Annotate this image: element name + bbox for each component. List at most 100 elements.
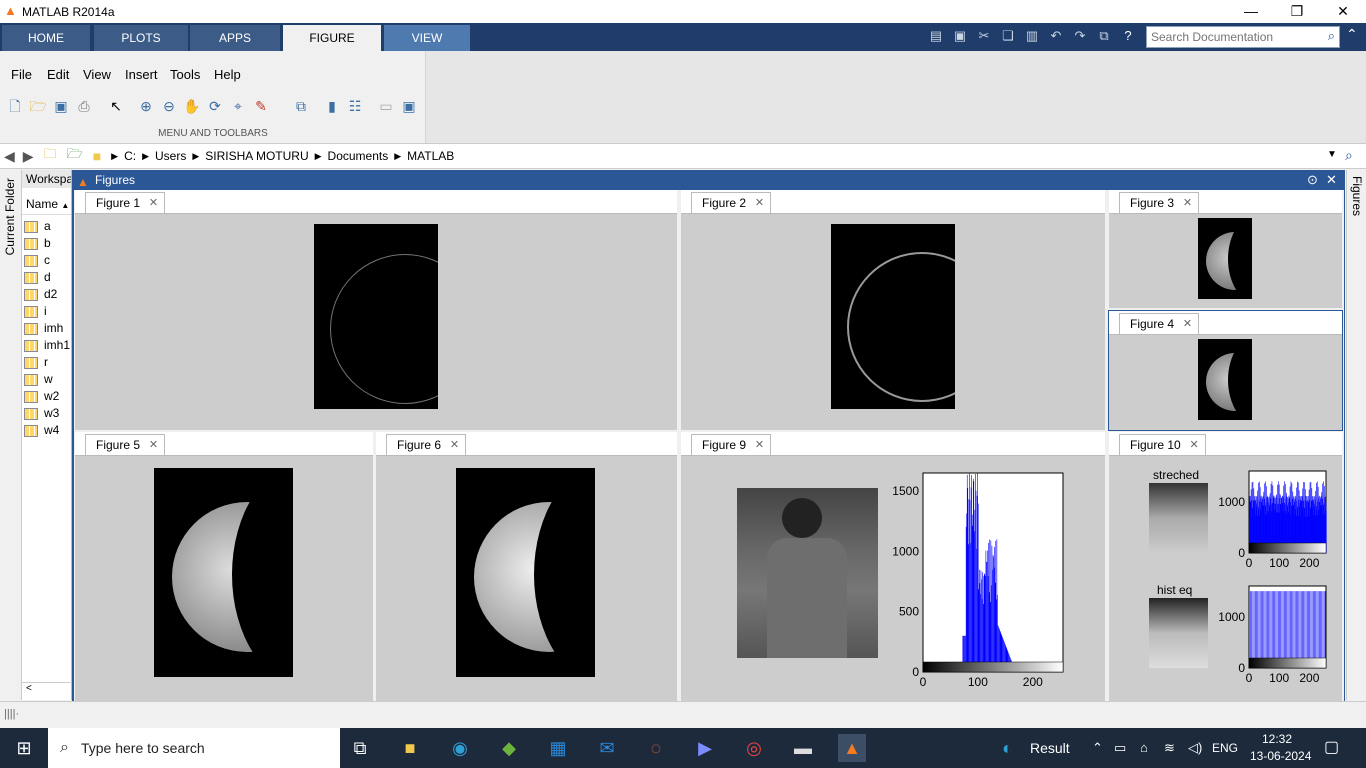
- mail-icon[interactable]: ✉: [593, 734, 621, 762]
- workspace-variable[interactable]: imh1: [22, 337, 71, 354]
- address-bar[interactable]: ◀ ▶ 🗀 🗁 ■ ▶ C: ▶ Users ▶ SIRISHA MOTURU …: [0, 143, 1366, 169]
- switch-windows-icon[interactable]: ⧉: [1093, 26, 1115, 46]
- clock-time[interactable]: 12:32: [1262, 732, 1292, 746]
- workspace-variable[interactable]: i: [22, 303, 71, 320]
- close-tab-icon[interactable]: ✕: [149, 435, 158, 455]
- app-icon[interactable]: ◆: [495, 734, 523, 762]
- workspace-title[interactable]: Workspace: [22, 170, 71, 188]
- tab-plots[interactable]: PLOTS: [94, 25, 188, 51]
- paste-icon[interactable]: ▥: [1021, 26, 1043, 46]
- tab-apps[interactable]: APPS: [190, 25, 280, 51]
- window-options-icon[interactable]: ⊙: [1307, 171, 1318, 189]
- edge-browser-icon[interactable]: ◉: [446, 734, 474, 762]
- figures-label[interactable]: Figures: [1350, 176, 1364, 216]
- path-dropdown-icon[interactable]: ▼: [1327, 149, 1337, 160]
- close-button[interactable]: ✕: [1320, 0, 1366, 23]
- workspace-variable[interactable]: w: [22, 371, 71, 388]
- zoom-out-icon[interactable]: ⊖: [159, 96, 179, 116]
- tab-figure-5[interactable]: Figure 5 ✕: [85, 434, 166, 455]
- back-icon[interactable]: ◀: [4, 148, 15, 165]
- workspace-variable[interactable]: b: [22, 235, 71, 252]
- brush-icon[interactable]: ✎: [251, 96, 271, 116]
- breadcrumb-user[interactable]: SIRISHA MOTURU: [205, 149, 308, 163]
- matlab-taskbar-icon[interactable]: ▲: [838, 734, 866, 762]
- open-file-icon[interactable]: 🗁: [28, 96, 48, 116]
- workspace-variable[interactable]: a: [22, 218, 71, 235]
- current-folder-strip[interactable]: Current Folder: [0, 170, 22, 700]
- notifications-icon[interactable]: ▢: [1324, 728, 1339, 768]
- breadcrumb-drive[interactable]: C:: [124, 149, 136, 163]
- menu-edit[interactable]: Edit: [47, 67, 69, 82]
- edit-plot-arrow-icon[interactable]: ↖: [106, 96, 126, 116]
- save-icon[interactable]: ▣: [949, 26, 971, 46]
- workspace-variable[interactable]: d: [22, 269, 71, 286]
- figures-strip[interactable]: Figures: [1346, 170, 1366, 700]
- show-plot-tools-icon[interactable]: ▣: [399, 96, 419, 116]
- colorbar-icon[interactable]: ▮: [322, 96, 342, 116]
- hide-plot-tools-icon[interactable]: ▭: [376, 96, 396, 116]
- breadcrumb-documents[interactable]: Documents: [328, 149, 389, 163]
- close-tab-icon[interactable]: ✕: [755, 193, 764, 213]
- tab-figure-4[interactable]: Figure 4 ✕: [1119, 313, 1200, 334]
- search-folder-icon[interactable]: ⌕: [1345, 147, 1353, 164]
- rotate-3d-icon[interactable]: ⟳: [205, 96, 225, 116]
- breadcrumb-users[interactable]: Users: [155, 149, 186, 163]
- workspace-variable[interactable]: imh: [22, 320, 71, 337]
- breadcrumb-matlab[interactable]: MATLAB: [407, 149, 454, 163]
- link-plot-icon[interactable]: ⧉: [291, 96, 311, 116]
- language-indicator[interactable]: ENG: [1212, 728, 1238, 768]
- tab-figure-1[interactable]: Figure 1 ✕: [85, 192, 166, 213]
- print-icon[interactable]: ⎙: [74, 96, 94, 116]
- menu-help[interactable]: Help: [214, 67, 241, 82]
- tab-figure-2[interactable]: Figure 2 ✕: [691, 192, 772, 213]
- store-icon[interactable]: ▦: [544, 734, 572, 762]
- workspace-variable[interactable]: w4: [22, 422, 71, 439]
- save-figure-icon[interactable]: ▣: [51, 96, 71, 116]
- cut-icon[interactable]: ✂: [973, 26, 995, 46]
- up-folder-icon[interactable]: 🗀: [44, 145, 57, 167]
- clock-date[interactable]: 13-06-2024: [1250, 749, 1311, 763]
- app-icon[interactable]: ◌: [642, 734, 670, 762]
- workspace-variable[interactable]: w3: [22, 405, 71, 422]
- close-tab-icon[interactable]: ✕: [450, 435, 459, 455]
- volume-icon[interactable]: ◁): [1188, 728, 1202, 768]
- file-explorer-icon[interactable]: ■: [396, 734, 424, 762]
- workspace-variable[interactable]: w2: [22, 388, 71, 405]
- windows-start-icon[interactable]: ⊞: [10, 734, 38, 762]
- undo-icon[interactable]: ↶: [1045, 26, 1067, 46]
- weather-text[interactable]: Result: [1030, 728, 1070, 768]
- battery-icon[interactable]: ▭: [1114, 728, 1126, 768]
- close-tab-icon[interactable]: ✕: [1189, 435, 1198, 455]
- close-figures-icon[interactable]: ✕: [1326, 171, 1337, 189]
- network-icon[interactable]: ⌂: [1140, 728, 1148, 768]
- menu-file[interactable]: File: [11, 67, 32, 82]
- tab-home[interactable]: HOME: [2, 25, 90, 51]
- close-tab-icon[interactable]: ✕: [149, 193, 158, 213]
- legend-icon[interactable]: ☷: [345, 96, 365, 116]
- tab-figure-3[interactable]: Figure 3 ✕: [1119, 192, 1200, 213]
- close-tab-icon[interactable]: ✕: [755, 435, 764, 455]
- taskbar-search[interactable]: ⌕ Type here to search: [48, 728, 340, 768]
- task-view-icon[interactable]: ⧉: [346, 734, 374, 762]
- app-icon[interactable]: ▬: [789, 734, 817, 762]
- tab-figure-6[interactable]: Figure 6 ✕: [386, 434, 467, 455]
- layout-icon[interactable]: ▤: [925, 26, 947, 46]
- menu-tools[interactable]: Tools: [170, 67, 200, 82]
- pan-icon[interactable]: ✋: [182, 96, 202, 116]
- search-icon[interactable]: ⌕: [1328, 28, 1335, 44]
- tab-figure[interactable]: FIGURE: [283, 25, 381, 51]
- weather-icon[interactable]: ◐: [1002, 728, 1013, 768]
- app-icon[interactable]: ▶: [691, 734, 719, 762]
- tray-expand-icon[interactable]: ⌃: [1092, 728, 1103, 768]
- search-input[interactable]: [1151, 28, 1311, 46]
- wifi-icon[interactable]: ≋: [1164, 728, 1175, 768]
- tab-figure-10[interactable]: Figure 10 ✕: [1119, 434, 1206, 455]
- restore-button[interactable]: ❐: [1274, 0, 1320, 23]
- menu-view[interactable]: View: [83, 67, 111, 82]
- minimize-button[interactable]: —: [1228, 0, 1274, 23]
- search-documentation[interactable]: ⌕: [1146, 26, 1340, 48]
- current-folder-label[interactable]: Current Folder: [3, 178, 17, 255]
- horizontal-scrollbar[interactable]: <: [22, 682, 72, 699]
- zoom-in-icon[interactable]: ⊕: [136, 96, 156, 116]
- tab-view[interactable]: VIEW: [384, 25, 470, 51]
